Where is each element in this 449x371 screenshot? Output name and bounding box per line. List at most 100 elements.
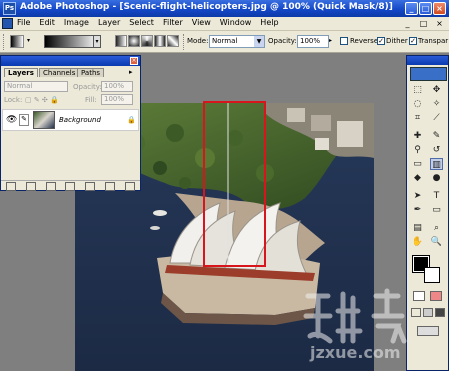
brush-link-icon[interactable]: ✎ bbox=[19, 114, 29, 126]
eye-icon[interactable]: 👁 bbox=[6, 115, 17, 125]
tool-preset-dropdown-icon[interactable]: ▾ bbox=[27, 37, 30, 44]
angle-gradient-icon[interactable] bbox=[141, 35, 153, 47]
pen-tool-icon[interactable]: ✒ bbox=[411, 204, 424, 216]
add-mask-icon[interactable] bbox=[45, 181, 56, 191]
fill-input[interactable]: 100% bbox=[101, 94, 133, 105]
maximize-button[interactable]: □ bbox=[419, 2, 432, 15]
path-select-tool-icon[interactable]: ➤ bbox=[411, 190, 424, 202]
menu-layer[interactable]: Layer bbox=[97, 18, 121, 27]
gradient-picker-arrow-icon[interactable]: ▾ bbox=[93, 35, 101, 48]
chevron-down-icon: ▼ bbox=[254, 36, 264, 47]
tab-channels[interactable]: Channels bbox=[39, 68, 80, 77]
dither-checkbox[interactable]: ✓ bbox=[377, 37, 385, 45]
type-tool-icon[interactable]: T bbox=[430, 190, 443, 202]
zoom-tool-icon[interactable]: 🔍 bbox=[430, 236, 443, 248]
reflected-gradient-icon[interactable] bbox=[154, 35, 166, 47]
photoshop-logo-icon: Ps bbox=[3, 2, 16, 15]
menu-view[interactable]: View bbox=[191, 18, 212, 27]
tab-paths[interactable]: Paths bbox=[77, 68, 105, 77]
adobe-online-icon[interactable] bbox=[410, 67, 447, 81]
diamond-gradient-icon[interactable] bbox=[167, 35, 179, 47]
transparency-checkbox[interactable]: ✓ bbox=[409, 37, 417, 45]
brush-tool-icon[interactable]: ✎ bbox=[430, 130, 443, 142]
doc-close-button[interactable]: × bbox=[434, 18, 445, 29]
dodge-tool-icon[interactable]: ● bbox=[430, 172, 443, 184]
tools-title-bar[interactable] bbox=[407, 56, 448, 65]
history-brush-tool-icon[interactable]: ↺ bbox=[430, 144, 443, 156]
dither-label: Dither bbox=[386, 37, 408, 45]
panel-close-button[interactable]: × bbox=[130, 57, 138, 65]
new-set-icon[interactable] bbox=[65, 181, 76, 191]
layer-style-icon[interactable] bbox=[25, 181, 36, 191]
document-icon[interactable] bbox=[2, 18, 13, 29]
tab-layers[interactable]: Layers bbox=[4, 68, 38, 77]
slice-tool-icon[interactable]: ⟋ bbox=[430, 112, 443, 124]
layers-bottom-bar bbox=[1, 180, 140, 191]
lasso-tool-icon[interactable]: ◌ bbox=[411, 98, 424, 110]
adjustment-layer-icon[interactable] bbox=[85, 181, 96, 191]
eyedropper-tool-icon[interactable]: ⌕ bbox=[430, 222, 443, 234]
mode-select[interactable]: Normal ▼ bbox=[209, 35, 265, 48]
watermark-logo: jzxue.com bbox=[303, 288, 407, 362]
layer-opacity-input[interactable]: 100% bbox=[101, 81, 133, 92]
menu-select[interactable]: Select bbox=[128, 18, 155, 27]
site-watermark: jzxue.com bbox=[298, 286, 448, 366]
layer-row-background[interactable]: 👁 ✎ Background 🔒 bbox=[2, 109, 139, 131]
title-bar: Ps Adobe Photoshop - [Scenic-flight-heli… bbox=[0, 0, 449, 17]
transparency-label: Transpar bbox=[418, 37, 449, 45]
radial-gradient-icon[interactable] bbox=[128, 35, 140, 47]
toolbar-grip[interactable] bbox=[3, 34, 6, 50]
blend-mode-select[interactable]: Normal bbox=[4, 81, 68, 92]
opacity-value: 100% bbox=[300, 37, 321, 45]
gradient-tool-icon[interactable]: ▥ bbox=[430, 158, 443, 170]
quick-mask-selection[interactable] bbox=[203, 101, 266, 267]
menu-edit[interactable]: Edit bbox=[38, 18, 56, 27]
doc-restore-button[interactable]: □ bbox=[418, 18, 429, 29]
doc-minimize-button[interactable]: _ bbox=[402, 18, 413, 29]
new-layer-icon[interactable] bbox=[105, 181, 116, 191]
mode-value: Normal bbox=[212, 37, 238, 45]
panel-menu-arrow-icon[interactable]: ▸ bbox=[129, 68, 133, 76]
lock-icon: 🔒 bbox=[127, 116, 136, 124]
close-button[interactable]: × bbox=[433, 2, 446, 15]
blur-tool-icon[interactable]: ◆ bbox=[411, 172, 424, 184]
minimize-button[interactable]: _ bbox=[405, 2, 418, 15]
healing-brush-tool-icon[interactable]: ✚ bbox=[411, 130, 424, 142]
opacity-arrow-icon[interactable]: ▸ bbox=[329, 37, 332, 44]
magic-wand-tool-icon[interactable]: ✧ bbox=[430, 98, 443, 110]
link-layers-icon[interactable] bbox=[5, 181, 16, 191]
hand-tool-icon[interactable]: ✋ bbox=[411, 236, 424, 248]
lock-icons[interactable]: ▢ ✎ ✣ 🔒 bbox=[25, 96, 59, 104]
menu-help[interactable]: Help bbox=[259, 18, 279, 27]
menu-image[interactable]: Image bbox=[63, 18, 90, 27]
menu-file[interactable]: File bbox=[16, 18, 31, 27]
layer-thumbnail bbox=[33, 111, 55, 129]
layers-panel: × Layers Channels Paths ▸ Normal Opacity… bbox=[0, 55, 141, 191]
panel-title-bar[interactable] bbox=[1, 56, 140, 66]
layer-name: Background bbox=[59, 116, 101, 124]
shape-tool-icon[interactable]: ▭ bbox=[430, 204, 443, 216]
menu-window[interactable]: Window bbox=[219, 18, 253, 27]
clone-stamp-tool-icon[interactable]: ⚲ bbox=[411, 144, 424, 156]
options-bar: ▾ ▾ Mode: Normal ▼ Opacity: 100% ▸ Rever… bbox=[0, 31, 449, 53]
linear-gradient-icon[interactable] bbox=[115, 35, 127, 47]
lock-label: Lock: bbox=[4, 96, 23, 104]
reverse-label: Reverse bbox=[350, 37, 379, 45]
eraser-tool-icon[interactable]: ▭ bbox=[411, 158, 424, 170]
crop-tool-icon[interactable]: ⌗ bbox=[411, 112, 424, 124]
background-color-swatch[interactable] bbox=[424, 267, 440, 283]
blend-mode-value: Normal bbox=[7, 82, 33, 90]
gradient-tool-icon[interactable] bbox=[10, 35, 24, 48]
marquee-tool-icon[interactable]: ⬚ bbox=[411, 84, 424, 96]
gradient-preview[interactable] bbox=[44, 35, 99, 48]
layer-opacity-label: Opacity: bbox=[73, 83, 102, 91]
mode-label: Mode: bbox=[187, 37, 209, 45]
menu-bar: File Edit Image Layer Select Filter View… bbox=[0, 17, 449, 31]
trash-icon[interactable] bbox=[124, 181, 135, 191]
menu-filter[interactable]: Filter bbox=[162, 18, 184, 27]
opacity-input[interactable]: 100% bbox=[297, 35, 329, 48]
notes-tool-icon[interactable]: ▤ bbox=[411, 222, 424, 234]
move-tool-icon[interactable]: ✥ bbox=[430, 84, 443, 96]
window-title: Adobe Photoshop - [Scenic-flight-helicop… bbox=[20, 2, 393, 12]
reverse-checkbox[interactable] bbox=[340, 37, 348, 45]
